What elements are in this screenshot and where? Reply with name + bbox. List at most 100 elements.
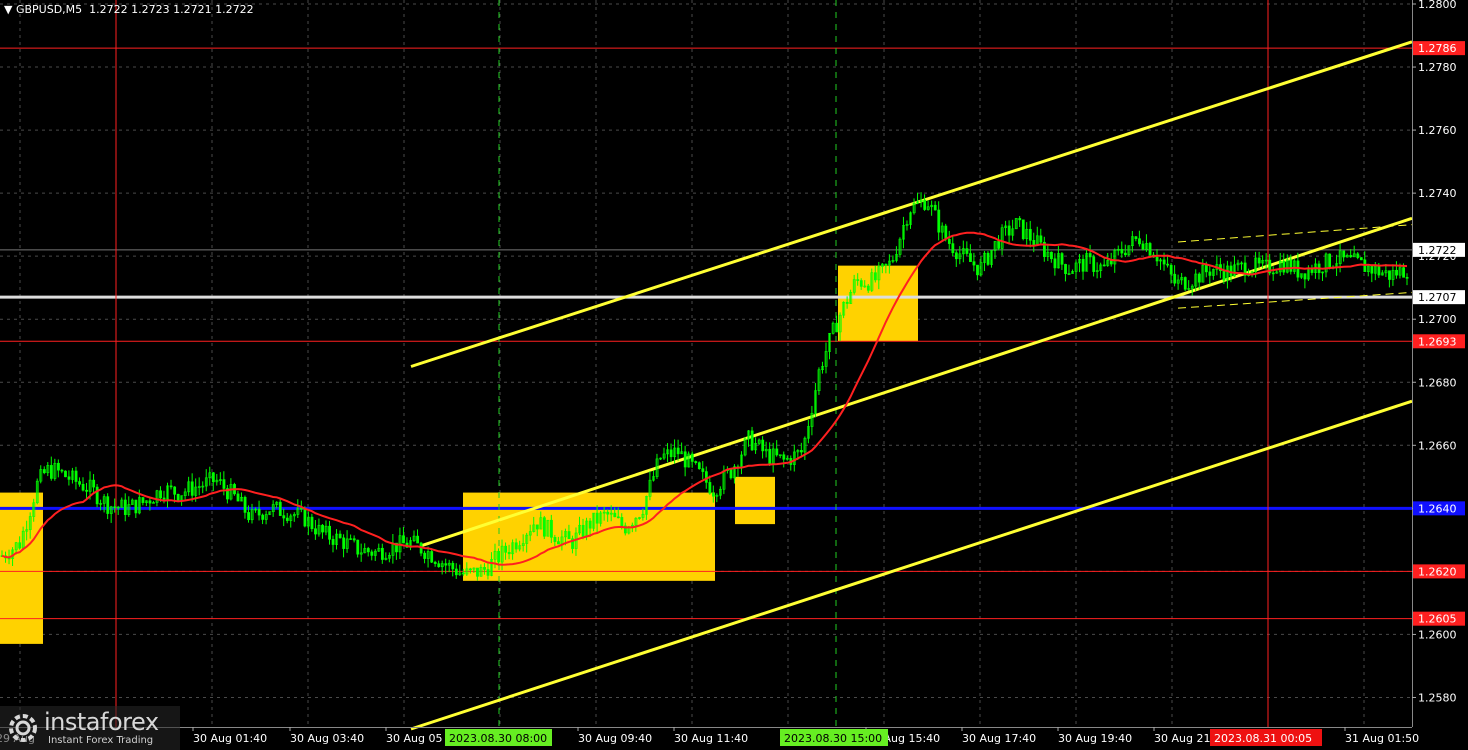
level-label: 1.2693 [1418,335,1457,348]
candle-body [159,490,162,499]
date-badge-label: 2023.08.30 15:00 [784,732,882,745]
candle-body [356,539,360,555]
candle-body [937,209,941,233]
candle-body [211,472,215,483]
candle-body [845,301,849,304]
candle-body [588,520,592,529]
candle-body [342,537,346,549]
candle-body [761,439,765,452]
candle-body [331,538,335,545]
candle-body [1173,273,1177,284]
candle-body [64,470,67,478]
price-tick-label: 1.2760 [1418,124,1457,137]
candle-body [676,447,680,455]
candle-body [947,238,951,244]
candle-body [162,497,166,500]
candle-body [944,225,948,240]
candle-body [381,547,384,560]
candle-body [1370,265,1374,274]
level-label: 1.2640 [1418,502,1457,515]
candle-body [1018,218,1022,221]
candle-body [1289,259,1293,272]
time-axis: 30 Aug 01:40 30 Aug 03:40 30 Aug 05 30 Aug … [0,727,1419,746]
candle-body [750,430,754,451]
candle-body [986,252,990,265]
logo: instaforex Instant Forex Trading [0,706,180,750]
candle-body [997,241,1001,249]
candle-body [1039,235,1043,243]
candle-body [972,261,976,266]
candle-body [1402,267,1405,278]
candle-body [486,569,490,576]
price-tick-label: 1.2800 [1418,0,1457,11]
price-chart[interactable]: 1.28001.27801.27601.27401.27201.27001.26… [0,0,1468,750]
candle-body [729,469,733,479]
date-badge-label: 2023.08.30 08:00 [449,732,547,745]
candle-body [1204,264,1208,273]
candle-body [866,285,870,291]
candle-body [352,538,356,541]
candle-body [310,516,314,530]
candle-body [1162,259,1166,265]
signal-box [0,492,43,644]
time-tick-label: 30 Aug 01:40 [193,732,267,745]
candle-body [1148,243,1152,256]
candle-body [884,263,888,266]
date-badge-label: 2023.08.31 00:05 [1214,732,1312,745]
price-tick-label: 1.2580 [1418,691,1457,704]
price-tick-label: 1.2740 [1418,187,1457,200]
candle-body [18,542,22,549]
candle-body [476,567,479,577]
candle-body [701,468,705,472]
candle-body [57,462,60,471]
candle-body [704,471,708,483]
candle-body [1134,236,1138,239]
candle-body [697,462,701,469]
candle-body [328,525,331,540]
candle-body [557,541,560,545]
candle-body [782,454,786,460]
dropdown-triangle-icon[interactable]: ▼ [4,3,16,16]
candle-body [1169,264,1173,275]
candle-body [954,252,958,260]
candle-body [169,485,173,488]
candle-body [965,248,969,254]
candle-body [514,542,518,550]
candle-body [1141,243,1145,250]
candle-body [613,512,617,518]
time-tick-label: 30 Aug 21 [1154,732,1210,745]
candle-body [951,243,955,254]
candle-body [1257,257,1261,264]
candle-body [1349,255,1353,258]
time-tick-label: 30 Aug 03:40 [290,732,364,745]
signal-box [735,476,775,525]
logo-brand: instaforex [44,708,159,736]
candle-body [116,506,120,509]
candle-body [338,533,342,539]
candle-body [1405,277,1409,279]
candle-body [1395,269,1398,276]
candle-body [433,561,437,564]
candle-body [835,322,839,333]
candle-body [567,531,571,540]
candle-body [606,511,610,515]
candle-body [1120,249,1124,254]
level-label: 1.2786 [1418,42,1457,55]
candle-body [314,528,317,535]
candle-body [873,272,877,281]
candle-body [1053,258,1057,269]
candle-body [257,508,261,516]
candle-body [1088,253,1092,258]
candle-body [1197,273,1201,283]
candle-body [282,515,286,519]
candle-body [454,568,458,576]
candle-body [49,465,53,479]
candle-body [173,486,177,495]
candle-body [134,499,138,514]
candle-body [437,563,441,568]
candle-body [261,514,265,520]
candle-body [416,535,420,544]
candle-body [370,551,374,556]
candle-body [553,537,557,542]
candle-body [800,450,803,453]
